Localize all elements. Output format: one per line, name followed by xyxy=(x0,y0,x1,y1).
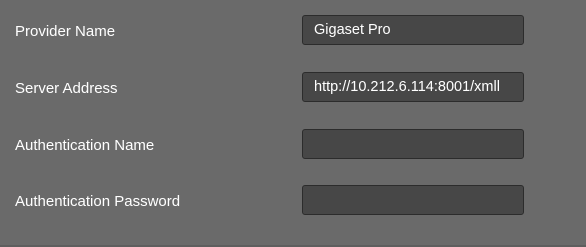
authentication-name-row: Authentication Name xyxy=(0,129,586,163)
server-address-input[interactable] xyxy=(302,72,524,102)
provider-name-row: Provider Name xyxy=(0,15,586,49)
server-address-row: Server Address xyxy=(0,72,586,106)
authentication-password-row: Authentication Password xyxy=(0,185,586,219)
server-address-label: Server Address xyxy=(15,80,118,97)
authentication-name-label: Authentication Name xyxy=(15,137,155,154)
authentication-name-input[interactable] xyxy=(302,129,524,159)
authentication-password-input[interactable] xyxy=(302,185,524,215)
provider-settings-panel: Provider Name Server Address Authenticat… xyxy=(0,0,586,247)
authentication-password-label: Authentication Password xyxy=(15,193,181,210)
provider-name-label: Provider Name xyxy=(15,23,116,40)
provider-name-input[interactable] xyxy=(302,15,524,45)
